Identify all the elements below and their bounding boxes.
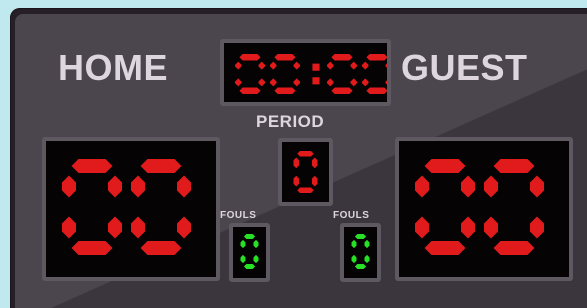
colon-dot xyxy=(312,77,320,85)
home-label: HOME xyxy=(58,47,168,88)
segment-c xyxy=(108,216,122,239)
scoreboard-scene: HOME GUEST PERIOD FOULS FOULS xyxy=(0,0,587,308)
segment-d xyxy=(366,87,387,94)
clock-digits xyxy=(235,54,387,94)
segment-f xyxy=(240,239,246,249)
segment-c xyxy=(293,78,300,87)
segment-b xyxy=(253,239,259,249)
home-fouls-digits xyxy=(240,234,259,269)
segment-b xyxy=(530,175,544,198)
segment-f xyxy=(351,239,357,249)
segment-c xyxy=(177,216,191,239)
guest-label: GUEST xyxy=(401,47,528,88)
segment-e xyxy=(327,78,334,87)
segment-a xyxy=(493,159,535,173)
segment-f xyxy=(362,61,369,70)
segment-c xyxy=(461,216,475,239)
guest-score-display xyxy=(395,137,573,281)
guest-score-digits xyxy=(415,159,544,255)
home-score-digits xyxy=(62,159,191,255)
segment-e xyxy=(293,175,299,187)
segment-a xyxy=(239,54,261,61)
segment-c xyxy=(350,78,357,87)
segment-d xyxy=(424,241,466,255)
segment-b xyxy=(293,61,300,70)
segment-e xyxy=(235,78,242,87)
segment-c xyxy=(385,80,387,85)
segment-e xyxy=(415,216,429,239)
segment-d xyxy=(274,87,296,94)
segment-b xyxy=(258,61,265,70)
segment-d xyxy=(239,87,261,94)
segment-f xyxy=(131,175,145,198)
segment-c xyxy=(258,78,265,87)
segment-a xyxy=(366,54,387,61)
segment-c xyxy=(253,254,259,264)
segment-e xyxy=(351,254,357,264)
segment-b xyxy=(177,175,191,198)
segment-e xyxy=(240,254,246,264)
segment-e xyxy=(484,216,498,239)
segment-d xyxy=(354,264,367,269)
segment-f xyxy=(415,175,429,198)
segment-b xyxy=(385,63,387,68)
segment-f xyxy=(293,157,299,169)
segment-b xyxy=(364,239,370,249)
home-fouls-label: FOULS xyxy=(220,210,257,221)
home-score-display xyxy=(42,137,220,281)
segment-a xyxy=(71,159,113,173)
period-label: PERIOD xyxy=(256,112,325,131)
period-digits xyxy=(293,151,318,193)
segment-e xyxy=(62,216,76,239)
segment-e xyxy=(131,216,145,239)
guest-fouls-label: FOULS xyxy=(333,210,370,221)
segment-f xyxy=(235,61,242,70)
segment-a xyxy=(354,234,367,239)
colon-dot xyxy=(312,63,320,71)
segment-e xyxy=(270,78,277,87)
scoreboard-face: HOME GUEST PERIOD FOULS FOULS xyxy=(15,14,587,308)
segment-b xyxy=(312,157,318,169)
segment-d xyxy=(71,241,113,255)
segment-d xyxy=(331,87,353,94)
segment-a xyxy=(140,159,182,173)
segment-b xyxy=(108,175,122,198)
period-display xyxy=(278,138,333,206)
segment-a xyxy=(297,151,314,157)
segment-c xyxy=(530,216,544,239)
segment-d xyxy=(140,241,182,255)
segment-f xyxy=(327,61,334,70)
segment-a xyxy=(243,234,256,239)
segment-d xyxy=(493,241,535,255)
segment-e xyxy=(362,78,369,87)
guest-fouls-digits xyxy=(351,234,370,269)
segment-f xyxy=(270,61,277,70)
home-fouls-display xyxy=(229,223,270,282)
segment-f xyxy=(62,175,76,198)
segment-a xyxy=(274,54,296,61)
segment-a xyxy=(424,159,466,173)
segment-c xyxy=(312,175,318,187)
segment-d xyxy=(297,187,314,193)
segment-b xyxy=(350,61,357,70)
guest-fouls-display xyxy=(340,223,381,282)
segment-d xyxy=(243,264,256,269)
segment-f xyxy=(484,175,498,198)
clock-display xyxy=(220,39,391,106)
segment-a xyxy=(331,54,353,61)
segment-b xyxy=(461,175,475,198)
segment-c xyxy=(364,254,370,264)
